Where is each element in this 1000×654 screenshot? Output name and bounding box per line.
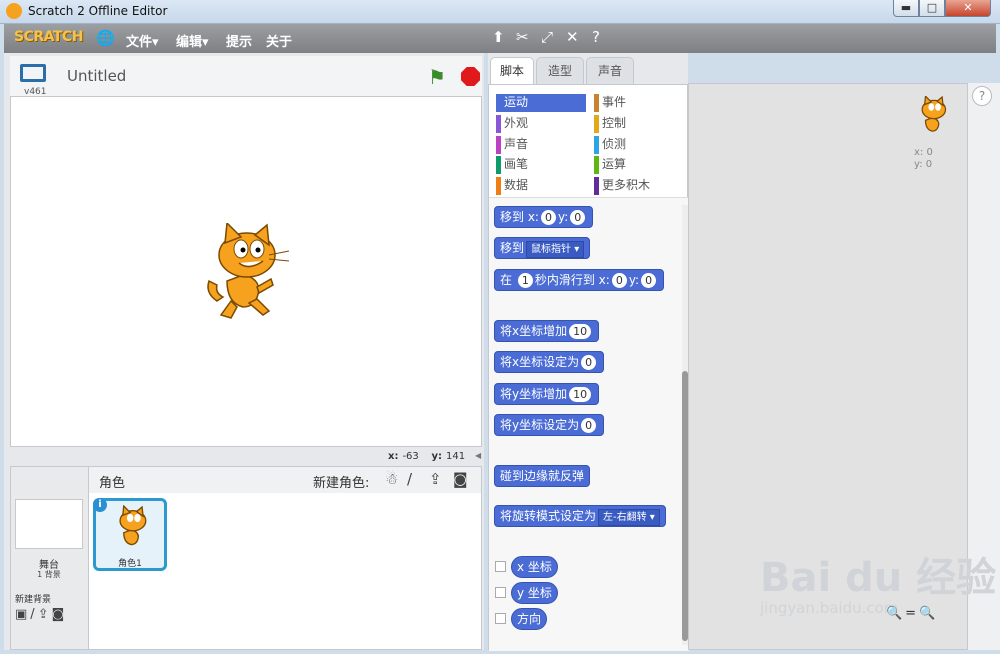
close-button[interactable]: ✕ <box>945 0 991 17</box>
x-label: x: <box>388 451 399 462</box>
new-backdrop-label: 新建背景 <box>15 595 52 605</box>
block-goto-pointer[interactable]: 移到 鼠标指针 ▾ <box>494 237 591 259</box>
scratch-logo[interactable]: SCRATCH <box>14 29 83 45</box>
category-pen[interactable]: 画笔 <box>496 156 528 174</box>
paint-icon[interactable]: / <box>30 607 37 622</box>
sprite-position: x: 0 y: 0 <box>914 147 933 171</box>
sprite-header: 角色 新建角色: ☃ / ⇪ ◙ <box>89 467 481 493</box>
presentation-mode-icon[interactable] <box>20 64 46 82</box>
category-sound[interactable]: 声音 <box>496 136 528 154</box>
stage-thumbnail[interactable] <box>15 499 83 549</box>
category-more-blocks[interactable]: 更多积木 <box>594 177 650 195</box>
menu-edit[interactable]: 编辑▾ <box>176 31 209 50</box>
y-value: 141 <box>446 451 466 462</box>
watermark-url: jingyan.baidu.com <box>760 599 899 617</box>
stage-selector: 舞台 1 背景 新建背景 ▣/⇪◙ <box>11 467 89 649</box>
stamp-icon[interactable]: ⬆ <box>492 28 505 46</box>
block-change-x[interactable]: 将x坐标增加 10 <box>494 320 600 342</box>
checkbox-direction[interactable] <box>495 613 506 624</box>
menu-tips[interactable]: 提示 <box>226 31 252 50</box>
scissors-icon[interactable]: ✂ <box>516 28 529 46</box>
stage-canvas[interactable] <box>10 96 482 447</box>
x-value: -63 <box>402 451 419 462</box>
sprite-tile[interactable]: i 角色1 <box>93 498 167 571</box>
stop-icon[interactable] <box>461 67 480 86</box>
zoom-controls[interactable]: 🔍=🔍 <box>886 606 956 624</box>
collapse-stage-icon[interactable]: ◀ <box>475 451 487 463</box>
menu-file[interactable]: 文件▾ <box>126 31 159 50</box>
sprite-x: x: 0 <box>914 147 933 158</box>
block-palette: 运动 事件 外观 控制 声音 侦测 画笔 运算 数据 更多积木 移到 x: 0 y:… <box>488 84 689 651</box>
globe-icon[interactable]: 🌐 <box>96 29 115 47</box>
category-sensing[interactable]: 侦测 <box>594 136 626 154</box>
sprite-y: y: 0 <box>914 159 933 170</box>
block-rotation-style[interactable]: 将旋转模式设定为 左-右翻转 ▾ <box>494 505 666 527</box>
shrink-icon[interactable]: ✕ <box>566 28 579 46</box>
sprite-name: 角色1 <box>118 559 142 569</box>
project-title[interactable]: Untitled <box>67 67 126 85</box>
info-icon[interactable]: i <box>93 498 107 512</box>
window-title: Scratch 2 Offline Editor <box>28 4 168 18</box>
minimize-button[interactable]: ▬ <box>893 0 919 17</box>
sprite-library-icon[interactable]: ☃ <box>385 470 398 488</box>
palette-area: 脚本 造型 声音 运动 事件 外观 控制 声音 侦测 画笔 运算 数据 更多积木… <box>488 53 689 651</box>
block-goto-xy[interactable]: 移到 x: 0 y: 0 <box>494 206 594 228</box>
green-flag-icon[interactable]: ⚑ <box>428 65 446 89</box>
grow-icon[interactable]: ⤢ <box>541 28 553 46</box>
checkbox-x-position[interactable] <box>495 561 506 572</box>
image-icon[interactable]: ▣ <box>15 607 30 622</box>
backdrop-tools: ▣/⇪◙ <box>15 607 67 622</box>
watermark: Bai du 经验 jingyan.baidu.com <box>760 545 996 617</box>
menu-about[interactable]: 关于 <box>266 31 292 50</box>
reporter-y-position[interactable]: y 坐标 <box>511 582 558 604</box>
block-set-x[interactable]: 将x坐标设定为 0 <box>494 351 605 373</box>
category-events[interactable]: 事件 <box>594 94 626 112</box>
stage-area: v461 Untitled ⚑ x: -63 y: 141 舞台 1 背景 新建… <box>4 53 484 650</box>
sprite-thumbnail <box>119 505 147 546</box>
sprite-panel: 舞台 1 背景 新建背景 ▣/⇪◙ 角色 新建角色: ☃ / ⇪ ◙ i 角色1 <box>10 466 482 650</box>
scratch-app-icon <box>6 3 22 19</box>
upload-sprite-icon[interactable]: ⇪ <box>429 470 442 488</box>
block-set-y[interactable]: 将y坐标设定为 0 <box>494 414 605 436</box>
category-motion[interactable]: 运动 <box>496 94 586 112</box>
blocks-list: 移到 x: 0 y: 0 移到 鼠标指针 ▾ 在 1 秒内滑行到 x: 0 y: 0 将x坐标增… <box>489 197 689 651</box>
watermark-logo: Bai du 经验 <box>760 555 997 601</box>
camera-sprite-icon[interactable]: ◙ <box>453 470 468 488</box>
category-data[interactable]: 数据 <box>496 177 528 195</box>
category-control[interactable]: 控制 <box>594 115 626 133</box>
mouse-coords: x: -63 y: 141 <box>388 451 465 462</box>
new-sprite-label: 新建角色: <box>313 476 370 491</box>
block-change-y[interactable]: 将y坐标增加 10 <box>494 383 600 405</box>
sprites-title: 角色 <box>99 476 126 491</box>
paint-sprite-icon[interactable]: / <box>407 470 412 488</box>
current-sprite-icon <box>921 96 947 132</box>
tab-scripts[interactable]: 脚本 <box>490 57 534 85</box>
reporter-direction[interactable]: 方向 <box>511 608 548 630</box>
upload-icon[interactable]: ⇪ <box>38 607 52 622</box>
cat-sprite-image[interactable] <box>197 223 293 323</box>
stage-header: v461 Untitled ⚑ <box>10 56 482 97</box>
window-titlebar: Scratch 2 Offline Editor ▬ □ ✕ <box>0 0 1000 24</box>
maximize-button[interactable]: □ <box>919 0 945 17</box>
block-glide[interactable]: 在 1 秒内滑行到 x: 0 y: 0 <box>494 269 665 291</box>
camera-icon[interactable]: ◙ <box>52 607 68 622</box>
menu-bar: SCRATCH 🌐 文件▾ 编辑▾ 提示 关于 ⬆ ✂ ⤢ ✕ ? <box>4 24 996 53</box>
category-operators[interactable]: 运算 <box>594 156 626 174</box>
block-bounce[interactable]: 碰到边缘就反弹 <box>494 465 591 487</box>
reporter-x-position[interactable]: x 坐标 <box>511 556 558 578</box>
tab-costumes[interactable]: 造型 <box>536 57 584 85</box>
y-label: y: <box>431 451 443 462</box>
backdrop-count: 1 背景 <box>37 570 61 579</box>
category-looks[interactable]: 外观 <box>496 115 528 133</box>
help-icon[interactable]: ? <box>972 86 992 106</box>
tab-sounds[interactable]: 声音 <box>586 57 634 85</box>
checkbox-y-position[interactable] <box>495 587 506 598</box>
help-icon[interactable]: ? <box>592 28 600 46</box>
